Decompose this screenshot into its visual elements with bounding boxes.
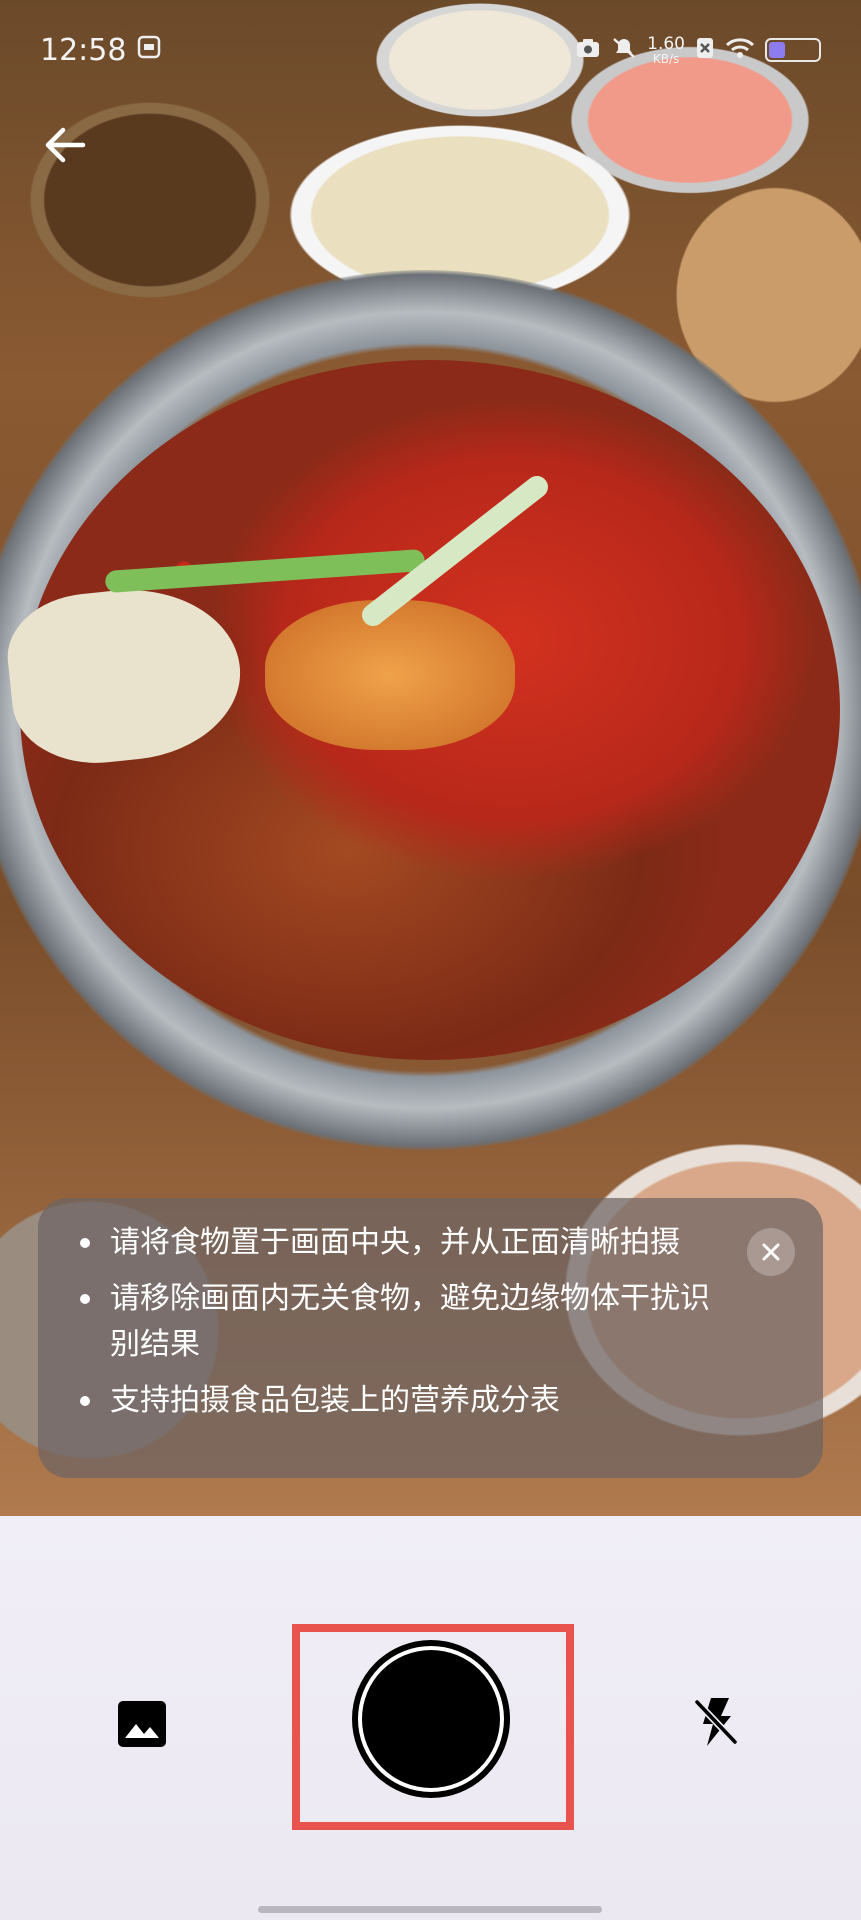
meat-piece [265,600,515,750]
shutter-button[interactable] [352,1640,510,1798]
tip-item: 请移除画面内无关食物，避免边缘物体干扰识别结果 [60,1276,733,1368]
net-speed-unit: KB/s [652,51,680,66]
bullet-dot [80,1238,90,1248]
tip-text: 支持拍摄食品包装上的营养成分表 [110,1383,560,1418]
tip-text: 请将食物置于画面中央，并从正面清晰拍摄 [110,1225,680,1260]
shutter-inner [362,1650,500,1788]
status-left: 12:58 [40,33,162,68]
tips-close-button[interactable] [747,1228,795,1276]
notification-icon [136,33,162,68]
status-right: 1.60 KB/s [575,33,821,66]
bullet-dot [80,1396,90,1406]
flash-off-icon [694,1698,738,1746]
tip-item: 支持拍摄食品包装上的营养成分表 [60,1378,733,1424]
sim-x-icon [695,36,715,65]
gallery-button[interactable] [112,1694,172,1754]
camera-in-use-icon [575,37,601,64]
tips-panel: 请将食物置于画面中央，并从正面清晰拍摄 请移除画面内无关食物，避免边缘物体干扰识… [38,1198,823,1478]
image-icon [118,1701,166,1747]
camera-controls [0,1516,861,1920]
arrow-left-icon [45,127,86,163]
tip-text: 请移除画面内无关食物，避免边缘物体干扰识别结果 [110,1281,710,1362]
back-button[interactable] [30,110,100,180]
battery-fill [769,42,785,58]
status-time: 12:58 [40,32,127,68]
wifi-icon [725,37,755,64]
net-speed-value: 1.60 [647,33,685,54]
net-speed: 1.60 KB/s [647,33,685,66]
mute-icon [611,36,637,65]
flash-toggle-button[interactable] [685,1690,745,1754]
status-bar: 12:58 1.60 KB/s [0,0,861,100]
home-indicator[interactable] [258,1906,602,1913]
battery-icon [765,38,821,62]
tip-item: 请将食物置于画面中央，并从正面清晰拍摄 [60,1220,733,1266]
close-icon [762,1243,780,1261]
bullet-dot [80,1294,90,1304]
